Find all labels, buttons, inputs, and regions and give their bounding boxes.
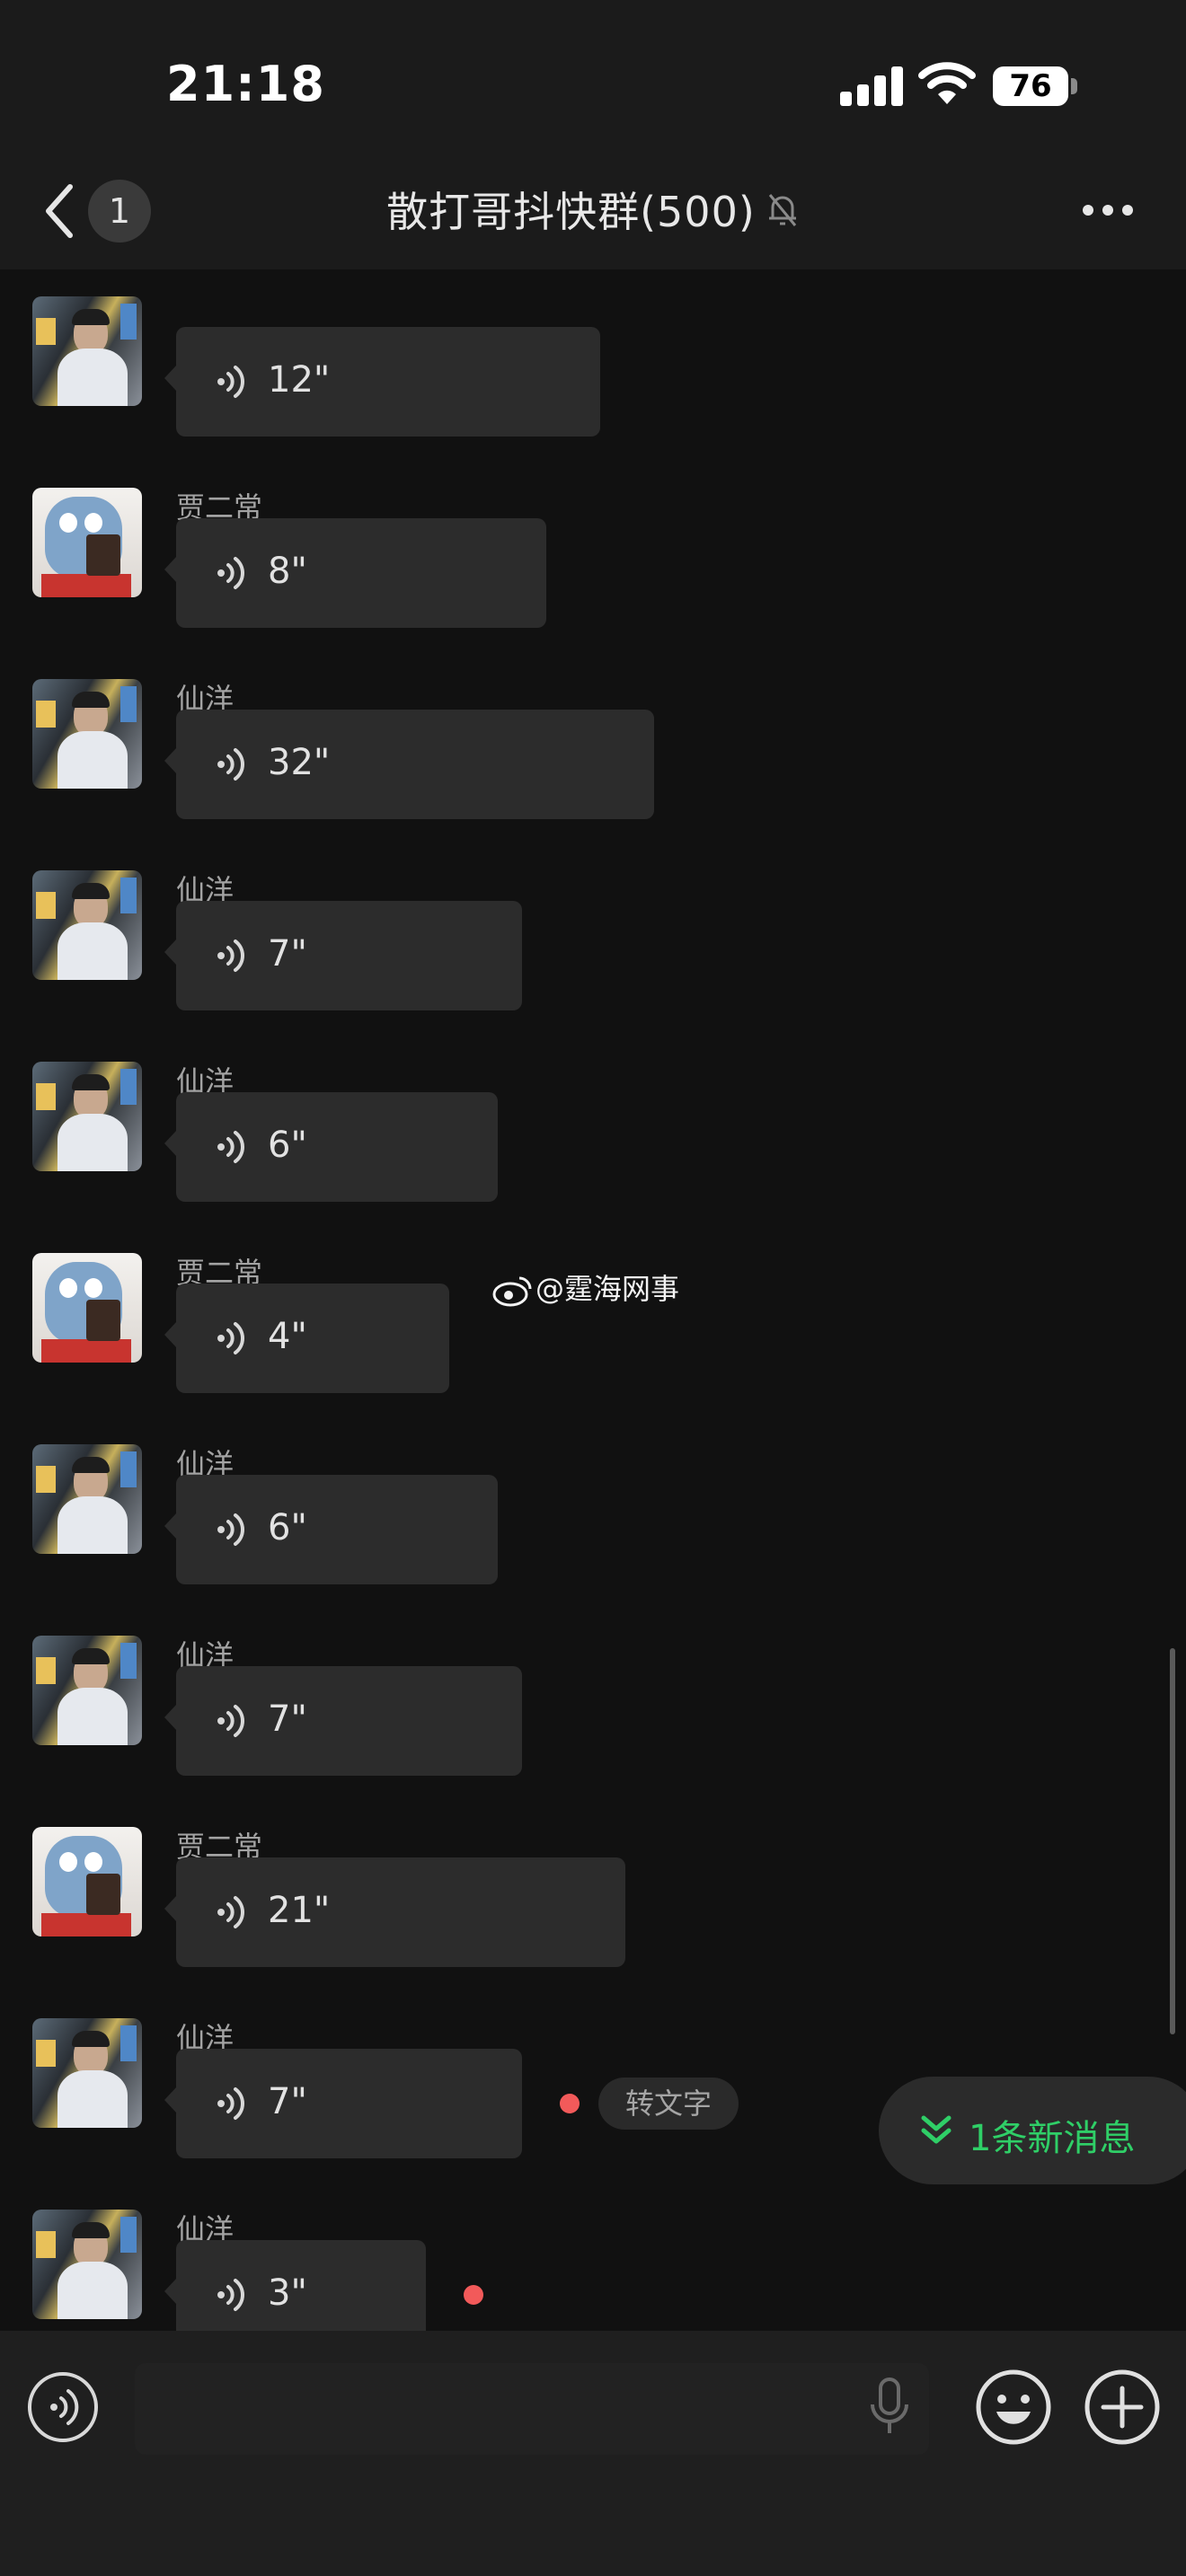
avatar[interactable] bbox=[32, 1062, 142, 1171]
voice-duration: 7" bbox=[268, 933, 307, 975]
avatar[interactable] bbox=[32, 2210, 142, 2319]
voice-wave-icon bbox=[217, 748, 244, 781]
message-row: 贾二常 21" bbox=[0, 1745, 1186, 1967]
avatar[interactable] bbox=[32, 870, 142, 980]
voice-wave-icon bbox=[217, 1896, 244, 1928]
voice-duration: 32" bbox=[268, 742, 331, 783]
watermark-text: @霆海网事 bbox=[535, 1272, 680, 1306]
voice-duration: 21" bbox=[268, 1890, 331, 1931]
new-message-pill[interactable]: 1条新消息 bbox=[879, 2077, 1186, 2184]
weibo-logo-icon bbox=[492, 1276, 532, 1307]
voice-duration: 7" bbox=[268, 2081, 307, 2122]
avatar[interactable] bbox=[32, 1444, 142, 1554]
clock: 21:18 bbox=[166, 56, 325, 112]
unread-dot bbox=[560, 2094, 580, 2113]
convert-to-text-button[interactable]: 转文字 bbox=[598, 2078, 739, 2130]
bell-off-icon bbox=[768, 194, 797, 226]
voice-wave-icon bbox=[217, 1705, 244, 1737]
battery-indicator: 76 bbox=[993, 66, 1068, 106]
voice-duration: 6" bbox=[268, 1507, 307, 1548]
message-row: 12" bbox=[0, 269, 1186, 437]
voice-duration: 12" bbox=[268, 359, 331, 401]
voice-duration: 4" bbox=[268, 1316, 307, 1357]
microphone-icon[interactable] bbox=[867, 2376, 912, 2439]
avatar[interactable] bbox=[32, 1827, 142, 1936]
emoji-icon[interactable] bbox=[975, 2369, 1052, 2446]
chat-title[interactable]: 散打哥抖快群(500) bbox=[386, 188, 756, 236]
voice-wave-icon bbox=[217, 366, 244, 398]
avatar[interactable] bbox=[32, 1253, 142, 1363]
voice-wave-icon bbox=[217, 1513, 244, 1546]
voice-wave-icon bbox=[217, 1131, 244, 1163]
wifi-icon bbox=[918, 62, 976, 104]
unread-dot bbox=[464, 2285, 483, 2305]
avatar[interactable] bbox=[32, 1636, 142, 1745]
new-message-label: 1条新消息 bbox=[969, 2118, 1136, 2159]
battery-tip bbox=[1071, 78, 1077, 94]
voice-duration: 8" bbox=[268, 551, 307, 592]
voice-wave-icon bbox=[217, 2279, 244, 2311]
voice-message-bubble[interactable]: 3" bbox=[164, 2240, 426, 2331]
avatar[interactable] bbox=[32, 2018, 142, 2128]
message-row: 仙洋 7" bbox=[0, 1554, 1186, 1776]
message-row: 仙洋 32" bbox=[0, 597, 1186, 819]
message-row: 仙洋 6" bbox=[0, 1363, 1186, 1584]
voice-duration: 7" bbox=[268, 1698, 307, 1740]
watermark: @霆海网事 bbox=[492, 1266, 679, 1308]
cellular-signal-icon bbox=[840, 65, 903, 106]
input-bar bbox=[0, 2331, 1186, 2576]
avatar[interactable] bbox=[32, 296, 142, 406]
voice-wave-icon bbox=[217, 1322, 244, 1354]
double-chevron-down-icon bbox=[921, 2115, 951, 2144]
avatar[interactable] bbox=[32, 679, 142, 789]
voice-duration: 3" bbox=[268, 2272, 307, 2314]
voice-wave-icon bbox=[217, 2087, 244, 2120]
message-input[interactable] bbox=[135, 2363, 929, 2455]
scrollbar[interactable] bbox=[1170, 1648, 1175, 2034]
voice-duration: 6" bbox=[268, 1125, 307, 1166]
avatar[interactable] bbox=[32, 488, 142, 597]
plus-icon[interactable] bbox=[1084, 2369, 1161, 2446]
status-bar: 21:18 76 bbox=[0, 0, 1186, 153]
message-row: 贾二常 8" bbox=[0, 406, 1186, 628]
voice-wave-icon bbox=[217, 557, 244, 589]
more-dots-icon[interactable] bbox=[1083, 205, 1137, 217]
chat-header: 1 散打哥抖快群(500) bbox=[0, 153, 1186, 269]
message-row: 仙洋 7" bbox=[0, 789, 1186, 1010]
chat-title-wrapper: 散打哥抖快群(500) bbox=[0, 180, 1186, 239]
voice-mode-icon[interactable] bbox=[27, 2371, 99, 2443]
voice-wave-icon bbox=[217, 940, 244, 972]
message-row: 仙洋 6" bbox=[0, 980, 1186, 1202]
